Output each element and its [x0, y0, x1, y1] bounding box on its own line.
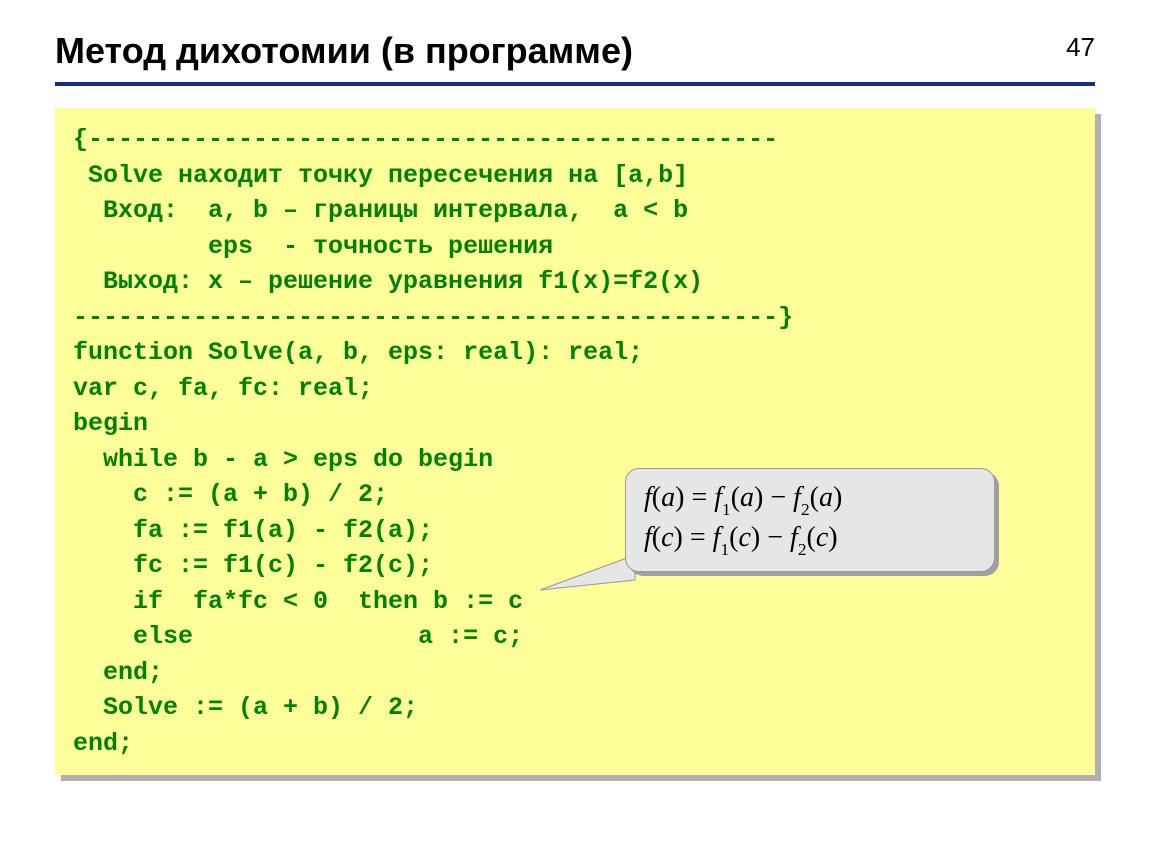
formula-line-1: f(a) = f1(a) − f2(a) — [644, 479, 976, 519]
code-line: function Solve(a, b, eps: real): real; — [73, 335, 1077, 371]
code-line: {---------------------------------------… — [73, 122, 1077, 158]
title-rule — [55, 82, 1095, 86]
slide: 47 Метод дихотомии (в программе) {------… — [0, 0, 1150, 775]
code-block-container: {---------------------------------------… — [55, 108, 1095, 775]
slide-title: Метод дихотомии (в программе) — [55, 30, 1095, 72]
code-line: end; — [73, 655, 1077, 691]
code-line: ----------------------------------------… — [73, 300, 1077, 336]
code-block: {---------------------------------------… — [55, 108, 1095, 775]
code-line: eps - точность решения — [73, 229, 1077, 265]
code-line: var c, fa, fc: real; — [73, 371, 1077, 407]
formula-callout: f(a) = f1(a) − f2(a) f(c) = f1(c) − f2(c… — [625, 468, 995, 572]
code-line: Solve находит точку пересечения на [a,b] — [73, 158, 1077, 194]
code-line: Solve := (a + b) / 2; — [73, 690, 1077, 726]
code-line: end; — [73, 726, 1077, 762]
code-line: begin — [73, 406, 1077, 442]
code-line: Вход: a, b – границы интервала, a < b — [73, 193, 1077, 229]
page-number: 47 — [1066, 32, 1095, 63]
formula-line-2: f(c) = f1(c) − f2(c) — [644, 519, 976, 559]
code-line: Выход: x – решение уравнения f1(x)=f2(x) — [73, 264, 1077, 300]
code-line: else a := c; — [73, 619, 1077, 655]
